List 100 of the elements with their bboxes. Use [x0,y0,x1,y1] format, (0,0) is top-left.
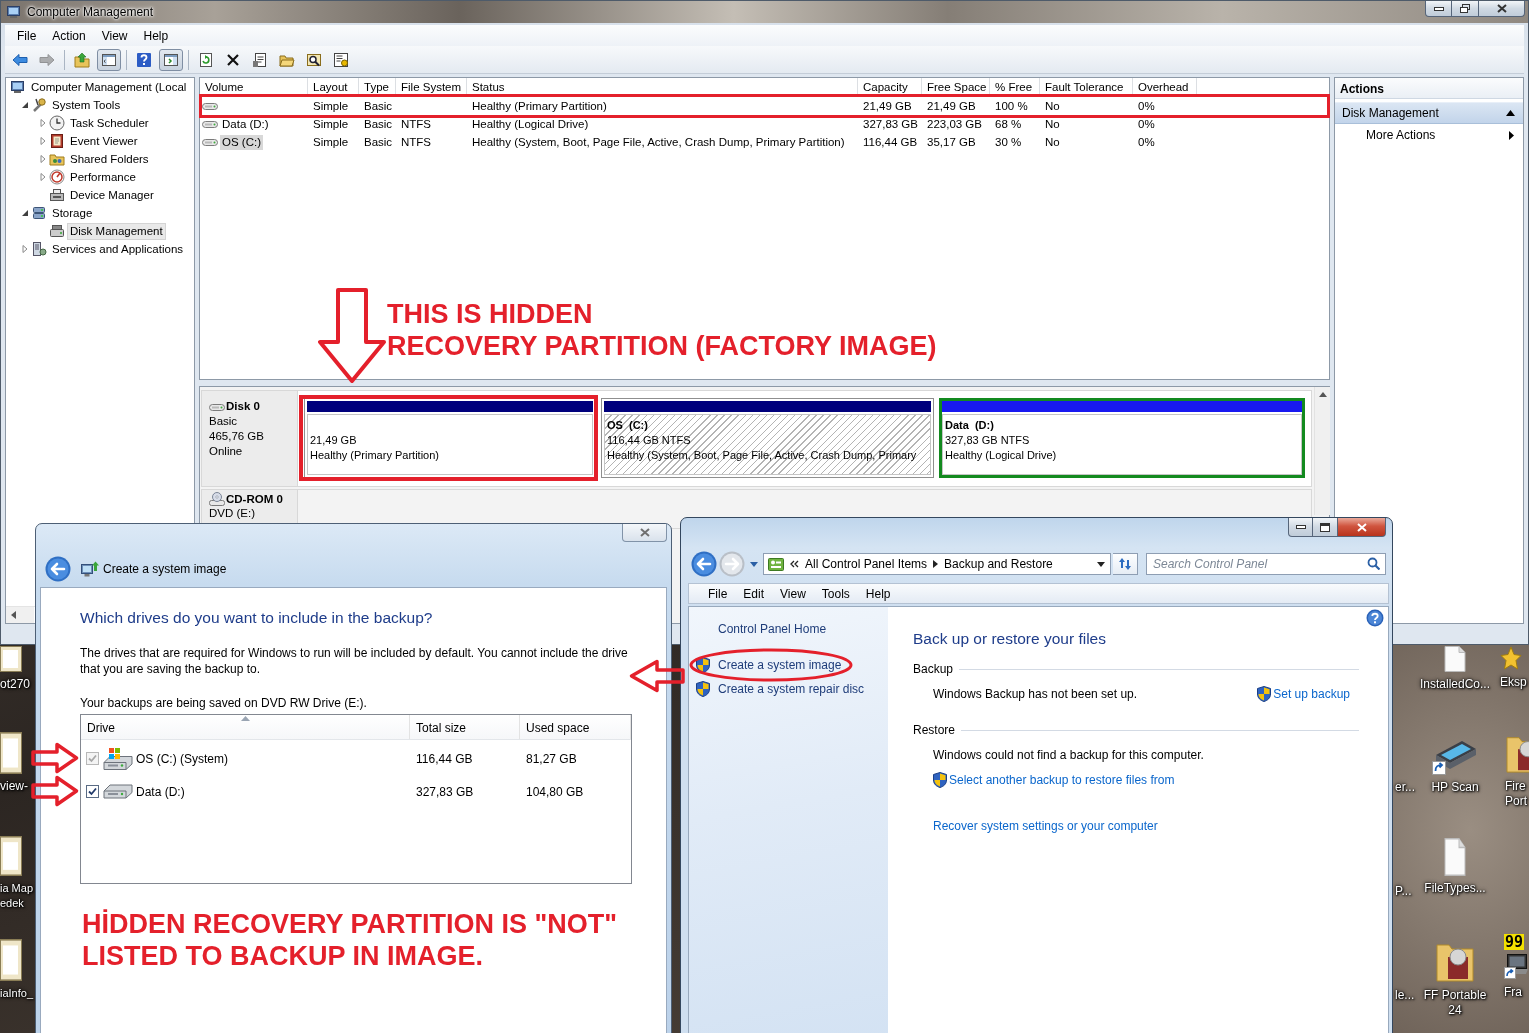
menu-item[interactable]: Action [44,26,94,45]
table-cell-text: 0% [1137,117,1156,132]
file-icon[interactable] [0,646,22,672]
partition-name: OS (C:) [607,418,649,433]
desktop-icon-label[interactable]: ia Map edek [0,881,34,911]
column-header[interactable]: Layout [308,78,359,97]
tree-item[interactable]: Performance [67,168,139,186]
tree-item[interactable]: Event Viewer [67,132,141,150]
partition[interactable]: Data (D:) 327,83 GB NTFS Healthy (Logical Drive) [939,398,1305,478]
close-button[interactable] [1338,518,1386,537]
back-icon[interactable] [691,551,717,577]
tree-item[interactable]: Computer Management (Local [28,78,190,96]
desktop-icon-label[interactable]: Fra [1504,985,1522,1000]
nav-link[interactable]: Control Panel Home [718,622,827,636]
column-header[interactable]: Fault Tolerance [1040,78,1133,97]
desktop-icon-label[interactable]: er... [1395,780,1415,795]
file-icon[interactable] [0,939,22,981]
star-icon[interactable] [1500,646,1522,670]
tree-item[interactable]: Disk Management [67,222,166,240]
table-cell-text: Simple [312,117,350,132]
desktop-icon-label[interactable]: FF Portable 24 [1418,988,1492,1018]
breadcrumb[interactable]: Backup and Restore [944,557,1053,571]
minimize-button[interactable] [1425,1,1452,17]
volume-name[interactable]: Data (D:) [220,116,271,132]
refresh-button[interactable] [1113,553,1138,575]
desktop-icon-label[interactable]: view- [0,779,28,794]
link[interactable]: Select another backup to restore files from [949,773,1175,787]
minimize-button[interactable] [1288,518,1313,537]
panel-icon [101,51,117,68]
link[interactable]: Recover system settings or your computer [933,819,1158,833]
tools-icon [31,97,47,113]
tree-item[interactable]: Shared Folders [67,150,152,168]
table-cell-text: 81,27 GB [525,751,578,766]
column-header[interactable]: Volume [200,78,308,97]
desktop-icon-label[interactable]: InstalledCo... [1419,677,1490,692]
tree-item[interactable]: Device Manager [67,186,157,204]
address-bar[interactable]: All Control Panel Items Backup and Restore [763,553,1111,575]
desktop-icon-label[interactable]: P... [1395,884,1412,899]
desktop-icon-label[interactable]: Eksp [1500,675,1527,690]
action-group-header[interactable]: Disk Management [1335,102,1523,124]
tree-item[interactable]: Services and Applications [49,240,187,258]
action-item[interactable]: More Actions [1335,124,1523,146]
maximize-button[interactable] [1313,518,1338,537]
vertical-scrollbar[interactable] [1314,387,1330,515]
tree-item[interactable]: Storage [49,204,96,222]
table-cell-text: Simple [312,135,350,150]
document-icon[interactable] [1442,838,1468,876]
toolbar-button[interactable] [97,48,121,71]
menu-item[interactable]: View [93,26,136,45]
window-title: Computer Management [27,5,154,19]
caret-icon[interactable] [1097,561,1105,567]
horizontal-scrollbar[interactable] [6,607,34,623]
document-icon[interactable] [1442,646,1468,672]
column-header[interactable]: Status [467,78,858,97]
tree-item[interactable]: System Tools [49,96,124,114]
menu-item[interactable]: Help [857,584,899,603]
column-header[interactable]: % Free [990,78,1040,97]
nav-link[interactable]: Create a system repair disc [718,682,865,696]
menu-item[interactable]: File [9,26,45,45]
close-button[interactable] [1479,1,1525,17]
restore-button[interactable] [1452,1,1479,17]
tree-item[interactable]: Task Scheduler [67,114,152,132]
desktop-icon-label[interactable]: FileTypes... [1424,881,1486,896]
partition[interactable]: OS (C:) 116,44 GB NTFS Healthy (System, Boot, Page File, Active, Crash Dump, Primary [601,398,934,478]
menu-item[interactable]: View [772,584,814,603]
volume-name[interactable]: OS (C:) [220,134,263,150]
checkbox[interactable] [86,785,99,798]
back-icon[interactable] [45,556,71,582]
help-icon [136,51,152,68]
file-icon[interactable] [0,836,22,876]
file-icon[interactable] [0,732,22,774]
desktop-icon-label[interactable]: ot270 [0,677,31,692]
help-icon[interactable] [1366,609,1384,627]
search-field[interactable]: Search Control Panel [1146,553,1386,575]
double-chevron-icon [790,560,799,568]
column-header[interactable]: Drive [81,715,410,739]
partition-name: Data (D:) [945,418,995,433]
table-cell-text: 0% [1137,99,1156,114]
column-header[interactable]: Used space [520,715,631,739]
column-header[interactable]: Capacity [858,78,922,97]
column-header[interactable]: File System [396,78,467,97]
desktop-icon-label[interactable]: iaInfo_ [0,986,34,1001]
disk-size: 465,76 GB [209,429,265,444]
desktop-icon-label[interactable]: le... [1395,988,1415,1003]
toolbar-button[interactable] [159,48,183,71]
column-header[interactable]: Type [359,78,396,97]
link[interactable]: Set up backup [1273,687,1350,701]
menu-item[interactable]: Tools [813,584,858,603]
menu-item[interactable]: Edit [735,584,773,603]
column-header[interactable]: Overhead [1133,78,1197,97]
desktop-icon-label[interactable]: HP Scan [1431,780,1479,795]
up-down-arrows-icon [1118,557,1132,571]
column-header[interactable]: Total size [410,715,520,739]
breadcrumb[interactable]: All Control Panel Items [805,557,928,571]
column-header[interactable]: Free Space [922,78,990,97]
search-icon[interactable] [1367,557,1380,570]
table-cell-text: No [1044,135,1061,150]
menu-item[interactable]: Help [135,26,177,45]
desktop-icon-label[interactable]: Fire Port [1505,779,1529,809]
menu-item[interactable]: File [700,584,736,603]
